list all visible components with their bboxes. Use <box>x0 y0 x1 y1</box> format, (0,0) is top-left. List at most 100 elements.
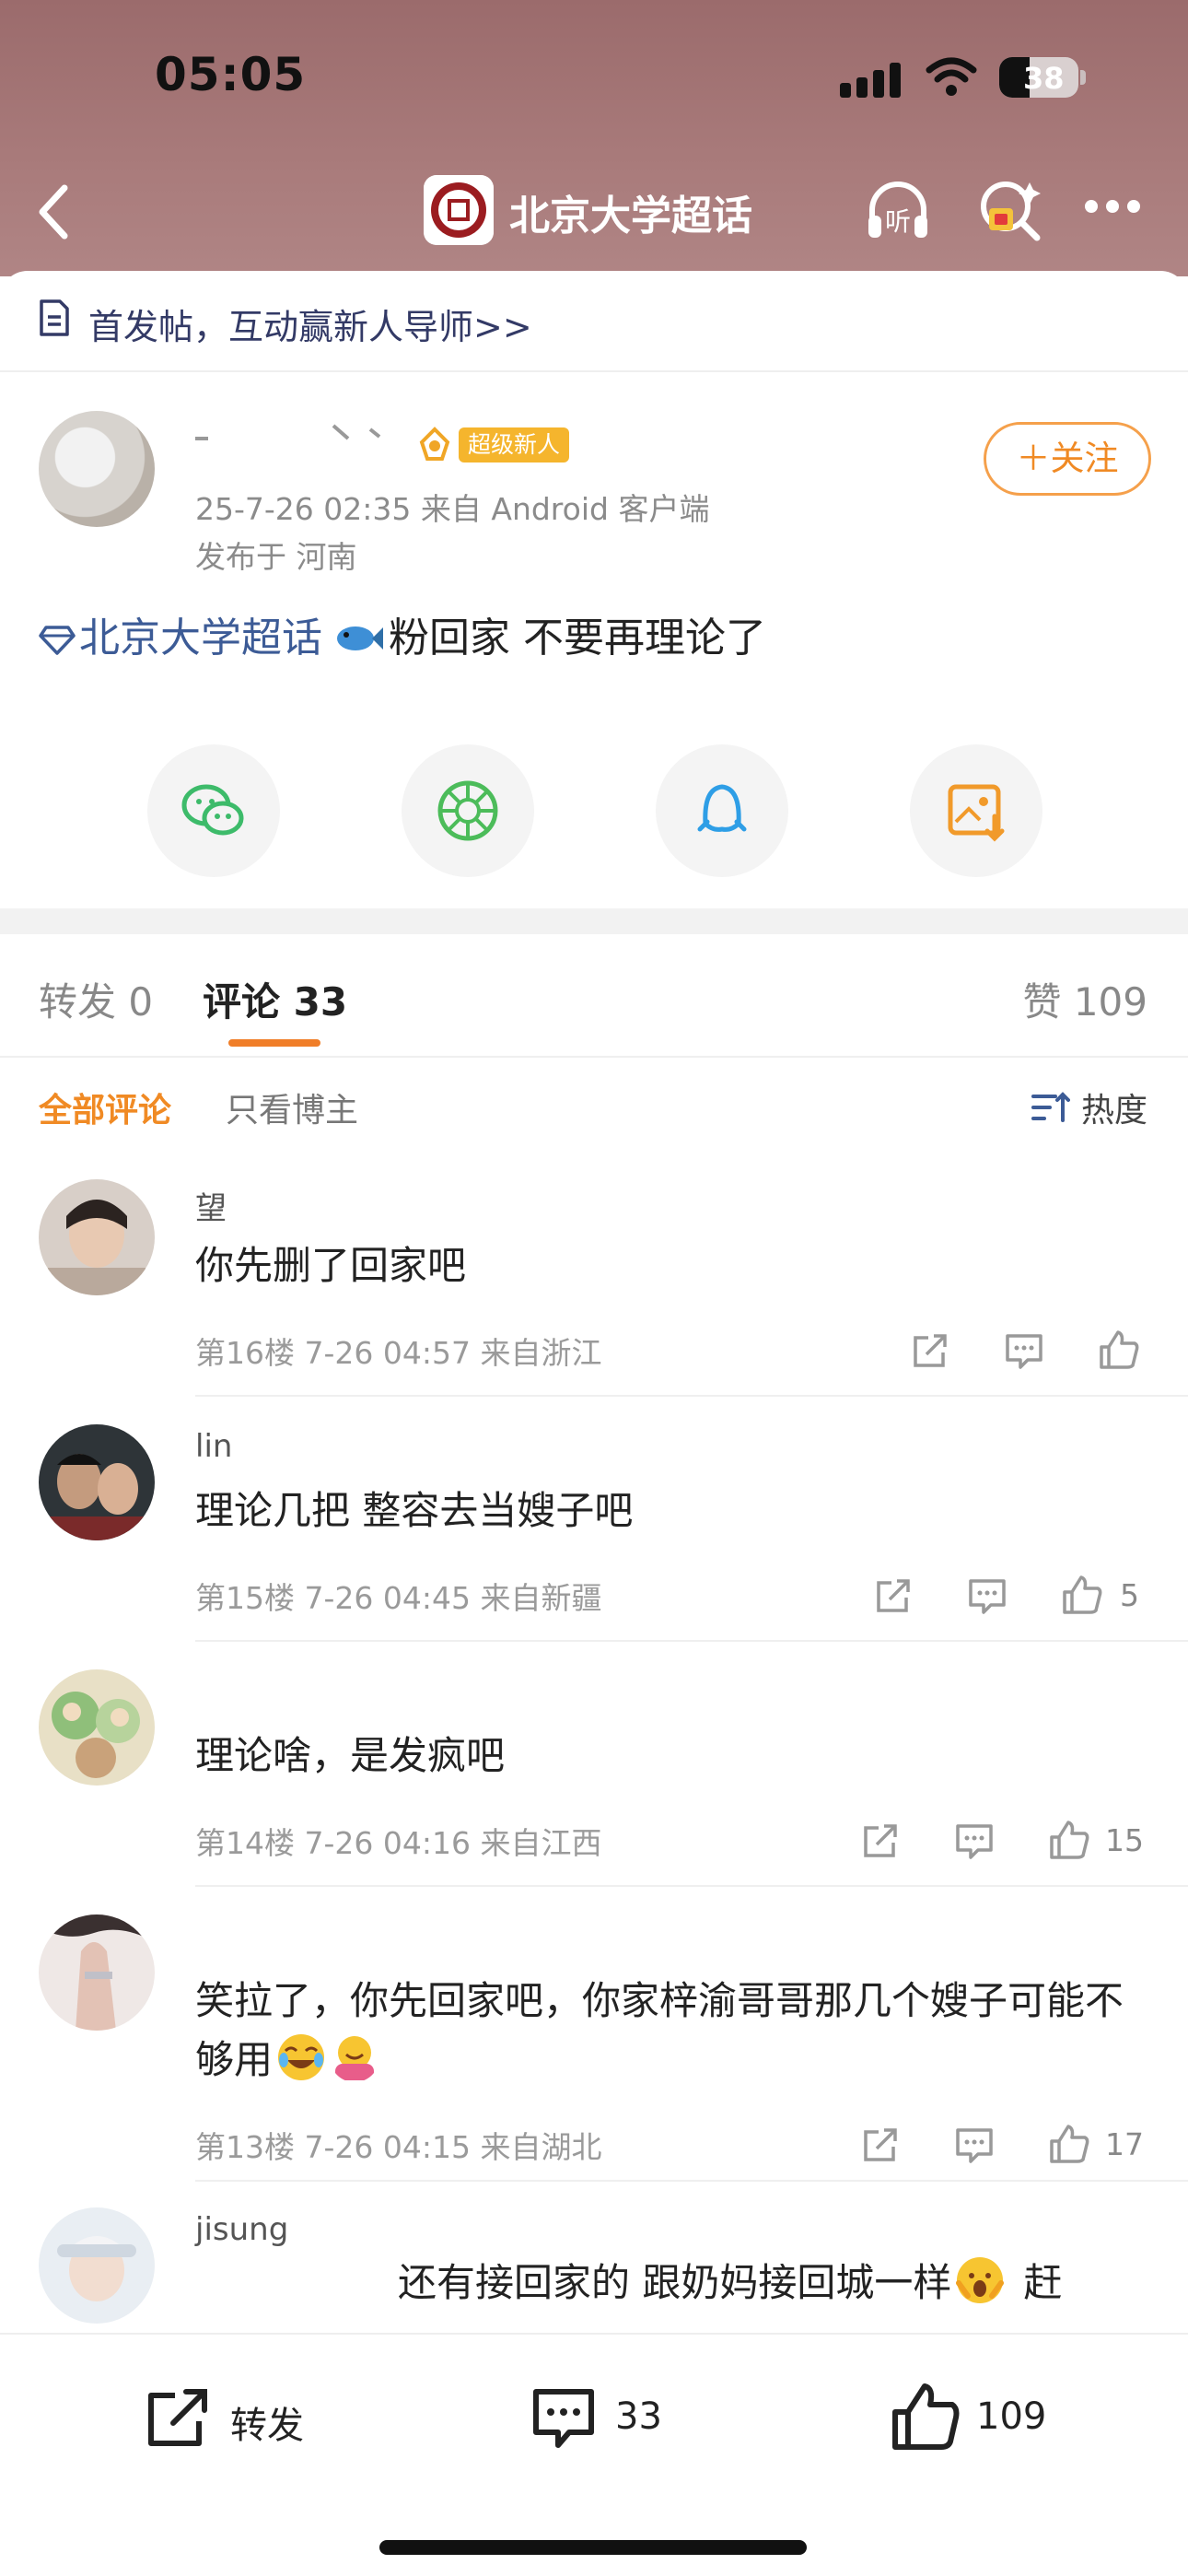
tab-like[interactable]: 赞 109 <box>1022 971 1147 1027</box>
reply-icon[interactable] <box>1002 1329 1046 1373</box>
repost-icon[interactable] <box>858 1819 903 1863</box>
notice-text: 首发帖，互动赢新人导师>> <box>88 307 532 347</box>
commenter-avatar[interactable] <box>39 1669 155 1786</box>
bottom-comment-count: 33 <box>615 2395 662 2438</box>
comment-separator <box>195 1640 1188 1642</box>
scared-emoji-icon <box>956 2257 1005 2303</box>
filter-author-only[interactable]: 只看博主 <box>226 1083 358 1131</box>
tab-comment[interactable]: 评论 33 <box>203 971 347 1027</box>
nav-title: 北京大学超话 <box>509 193 752 240</box>
new-post-notice[interactable]: 首发帖，互动赢新人导师>> <box>0 271 1188 372</box>
sort-hot-label[interactable]: 热度 <box>1081 1083 1147 1131</box>
like-count: 15 <box>1105 1822 1144 1858</box>
comment-filters: 全部评论 只看博主 热度 <box>0 1060 1188 1152</box>
post-content: 北京大学超话 粉回家 不要再理论了 <box>39 604 766 663</box>
follow-button[interactable]: ＋关注 <box>984 422 1151 496</box>
share-row <box>0 744 1188 879</box>
comment-separator <box>195 1885 1188 1887</box>
bottom-like-button[interactable]: 109 <box>888 2381 1072 2454</box>
like-icon[interactable] <box>1059 1574 1103 1618</box>
wifi-icon <box>926 57 977 96</box>
repost-icon[interactable] <box>871 1574 915 1618</box>
comment-text: 笑拉了，你先回家吧，你家梓渝哥哥那几个嫂子可能不够用 <box>195 1972 1125 2090</box>
commenter-avatar[interactable] <box>39 1424 155 1540</box>
listen-headphones-icon[interactable]: 听 <box>861 173 935 247</box>
super-fan-icon <box>419 427 450 461</box>
commenter-name[interactable]: jisung <box>195 2211 288 2248</box>
comment-actions <box>908 1329 1147 1373</box>
share-wechat-button[interactable] <box>147 744 280 877</box>
bottom-repost-button[interactable]: 转发 <box>142 2381 326 2454</box>
back-arrow-icon[interactable] <box>28 177 83 247</box>
hug-emoji-icon <box>335 2036 375 2080</box>
comment-icon <box>533 2389 594 2448</box>
post-location: 发布于 河南 <box>195 539 357 575</box>
comment-meta: 第14楼 7-26 04:16 来自江西 <box>195 1825 602 1861</box>
active-tab-indicator <box>228 1039 320 1047</box>
battery-percent: 38 <box>1023 61 1065 96</box>
save-image-button[interactable] <box>910 744 1042 877</box>
listen-label: 听 <box>885 206 911 237</box>
document-icon <box>40 299 69 336</box>
ai-search-icon[interactable] <box>974 173 1048 247</box>
commenter-name[interactable]: 望 <box>195 1183 227 1228</box>
comment-meta: 第16楼 7-26 04:57 来自浙江 <box>195 1335 602 1371</box>
filter-all-comments[interactable]: 全部评论 <box>39 1083 171 1131</box>
cellular-signal-icon <box>840 63 906 98</box>
comment-text: 你先删了回家吧 <box>195 1243 467 1288</box>
interaction-tabs: 转发 0 评论 33 赞 109 <box>0 934 1188 1058</box>
comment-text: 理论几把 整容去当嫂子吧 <box>195 1488 634 1533</box>
pku-logo-icon <box>424 175 494 245</box>
post-author-avatar[interactable] <box>39 411 155 527</box>
reply-icon[interactable] <box>965 1574 1009 1618</box>
laugh-cry-emoji-icon <box>278 2034 325 2080</box>
comment-item: jisung 还有接回家的 跟奶妈接回城一样 赶 <box>0 2207 1188 2333</box>
battery-icon: 38 <box>999 57 1078 98</box>
home-indicator[interactable] <box>379 2540 807 2555</box>
like-icon[interactable] <box>1096 1329 1140 1373</box>
bottom-repost-label: 转发 <box>230 2405 304 2447</box>
comment-meta: 第13楼 7-26 04:15 来自湖北 <box>195 2129 602 2165</box>
bottom-comment-button[interactable]: 33 <box>527 2381 693 2454</box>
like-count: 17 <box>1105 2126 1144 2162</box>
comment-actions: 17 <box>858 2123 1147 2167</box>
comment-text: 还有接回家的 跟奶妈接回城一样 赶 <box>195 2254 1125 2313</box>
post-text: 粉回家 不要再理论了 <box>389 615 766 662</box>
comment-separator <box>195 2180 1188 2182</box>
commenter-avatar[interactable] <box>39 1179 155 1295</box>
post-author-name-obscured[interactable] <box>195 405 407 450</box>
commenter-avatar[interactable] <box>39 1914 155 2031</box>
like-icon[interactable] <box>1046 2123 1090 2167</box>
topic-link[interactable]: 北京大学超话 <box>79 615 322 662</box>
share-moments-button[interactable] <box>402 744 534 877</box>
tab-repost[interactable]: 转发 0 <box>39 971 153 1027</box>
comment-text: 理论啥，是发疯吧 <box>195 1733 506 1778</box>
wechat-icon <box>181 784 244 836</box>
status-bar: 05:05 38 <box>0 0 1188 157</box>
like-icon <box>892 2383 960 2450</box>
bottom-like-count: 109 <box>976 2395 1047 2438</box>
comment-separator <box>195 1395 1188 1397</box>
post-meta: 25-7-26 02:35 来自 Android 客户端 <box>195 491 710 527</box>
comment-actions: 15 <box>858 1819 1147 1863</box>
comment-actions: 5 <box>871 1574 1147 1618</box>
repost-icon[interactable] <box>858 2123 903 2167</box>
reply-icon[interactable] <box>952 1819 996 1863</box>
reply-icon[interactable] <box>952 2123 996 2167</box>
commenter-avatar[interactable] <box>39 2207 155 2324</box>
commenter-name[interactable]: lin <box>195 1428 232 1465</box>
more-options-icon[interactable] <box>1085 199 1151 221</box>
comment-text-tail: 赶 <box>1023 2260 1063 2305</box>
section-divider <box>0 908 1188 934</box>
moments-icon <box>437 780 498 841</box>
like-count: 5 <box>1120 1577 1139 1613</box>
share-qq-button[interactable] <box>656 744 788 877</box>
like-icon[interactable] <box>1046 1819 1090 1863</box>
save-image-icon <box>948 784 1005 842</box>
nav-bar: 北京大学超话 听 <box>0 166 1188 258</box>
status-time: 05:05 <box>155 48 307 101</box>
fish-emoji-icon <box>337 626 383 650</box>
sort-icon[interactable] <box>1030 1089 1070 1126</box>
comment-text-content: 还有接回家的 跟奶妈接回城一样 <box>398 2260 952 2305</box>
repost-icon[interactable] <box>908 1329 952 1373</box>
